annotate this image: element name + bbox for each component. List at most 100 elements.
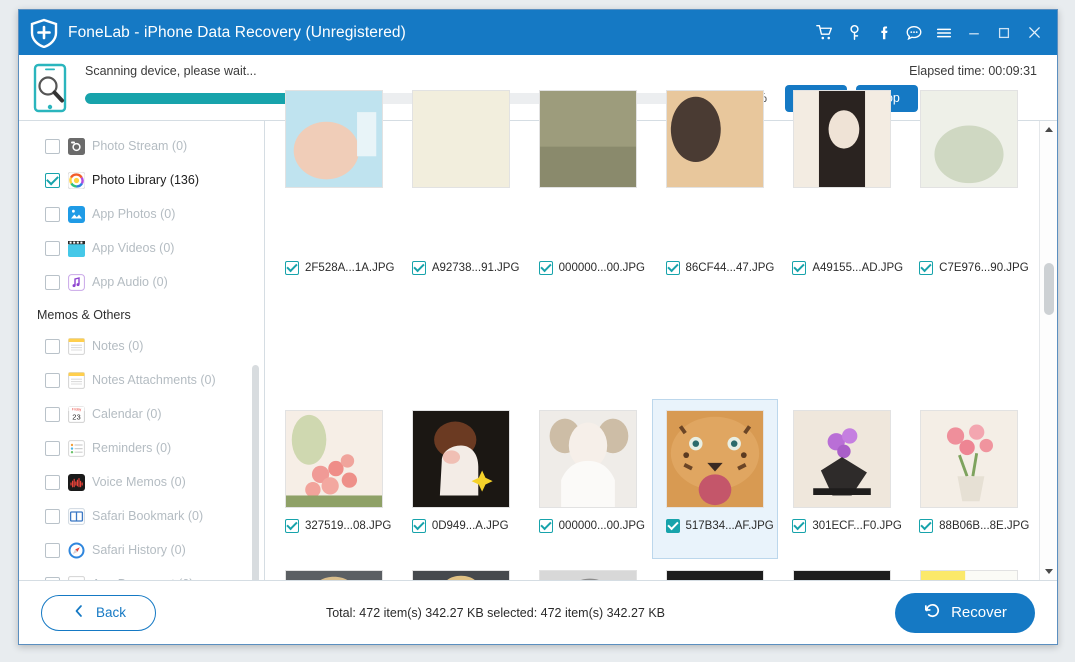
checkbox[interactable]	[45, 474, 60, 490]
thumbnail-image[interactable]	[539, 90, 638, 188]
thumbnail-image[interactable]	[412, 570, 511, 580]
thumbnail-cell[interactable]	[271, 79, 398, 239]
thumbnail-image[interactable]	[285, 570, 384, 580]
sidebar-item-app-videos-0[interactable]: App Videos (0)	[19, 231, 264, 265]
thumbnail-image[interactable]	[919, 570, 1018, 580]
back-button[interactable]: Back	[41, 594, 156, 631]
thumbnail-cell[interactable]: 0D949...A.JPG	[398, 399, 525, 559]
facebook-icon[interactable]	[869, 18, 899, 48]
file-name-label: A49155...AD.JPG	[812, 262, 904, 274]
file-checkbox[interactable]	[538, 519, 553, 533]
thumbnail-cell[interactable]: 88B06B...8E.JPG	[905, 399, 1032, 559]
sidebar-item-safari-history-0[interactable]: Safari History (0)	[19, 533, 264, 567]
sidebar-item-voice-memos-0[interactable]: Voice Memos (0)	[19, 465, 264, 499]
sidebar-item-safari-bookmark-0[interactable]: Safari Bookmark (0)	[19, 499, 264, 533]
close-icon[interactable]	[1019, 18, 1049, 48]
chat-icon[interactable]	[899, 18, 929, 48]
cart-icon[interactable]	[809, 18, 839, 48]
thumbnail-cell[interactable]: 301ECF...F0.JPG	[778, 399, 905, 559]
application-window: FoneLab - iPhone Data Recovery (Unregist…	[18, 9, 1058, 645]
file-checkbox[interactable]	[792, 261, 807, 275]
scroll-down-arrow-icon[interactable]	[1040, 563, 1057, 580]
file-checkbox[interactable]	[792, 519, 807, 533]
file-checkbox[interactable]	[919, 519, 934, 533]
recover-button[interactable]: Recover	[895, 592, 1035, 633]
thumbnail-cell[interactable]: 000000...00.JPG	[652, 559, 779, 580]
thumbnail-image[interactable]	[919, 90, 1018, 188]
thumbnail-cell[interactable]: 000000...00.JPG	[271, 559, 398, 580]
thumbnail-cell[interactable]: 000000...00.JPG	[525, 239, 652, 399]
thumbnail-image[interactable]	[285, 410, 384, 508]
file-checkbox[interactable]	[285, 519, 299, 533]
grid-scrollbar[interactable]	[1039, 121, 1057, 580]
thumbnail-cell[interactable]: 000000...00.JPG	[525, 399, 652, 559]
minimize-icon[interactable]	[959, 18, 989, 48]
thumbnail-image[interactable]	[539, 570, 638, 580]
sidebar-item-photo-library-136[interactable]: Photo Library (136)	[19, 163, 264, 197]
sidebar-item-notes-0[interactable]: Notes (0)	[19, 329, 264, 363]
file-checkbox[interactable]	[665, 519, 680, 533]
thumbnail-image[interactable]	[792, 570, 891, 580]
thumbnail-cell[interactable]	[778, 79, 905, 239]
sidebar-item-app-document-0[interactable]: App Document (0)	[19, 567, 264, 580]
thumbnail-cell[interactable]: A49155...AD.JPG	[778, 239, 905, 399]
thumbnail-cell-selected[interactable]: 517B34...AF.JPG	[651, 399, 779, 559]
grid-scrollbar-thumb[interactable]	[1044, 263, 1054, 315]
thumbnail-image[interactable]	[412, 90, 511, 188]
checkbox[interactable]	[45, 576, 60, 580]
checkbox[interactable]	[45, 172, 60, 188]
scan-text-row: Scanning device, please wait... Elapsed …	[85, 64, 1043, 78]
menu-icon[interactable]	[929, 18, 959, 48]
thumbnail-image[interactable]	[792, 90, 891, 188]
thumbnail-cell[interactable]	[398, 79, 525, 239]
checkbox[interactable]	[45, 542, 60, 558]
thumbnail-cell[interactable]: 000000...00.JPG	[778, 559, 905, 580]
checkbox[interactable]	[45, 274, 60, 290]
file-name-label: 517B34...AF.JPG	[685, 520, 774, 532]
checkbox[interactable]	[45, 406, 60, 422]
thumbnail-image[interactable]	[285, 90, 384, 188]
key-icon[interactable]	[839, 18, 869, 48]
checkbox[interactable]	[45, 240, 60, 256]
thumbnail-image[interactable]	[665, 410, 764, 508]
checkbox[interactable]	[45, 508, 60, 524]
checkbox[interactable]	[45, 338, 60, 354]
file-checkbox[interactable]	[411, 261, 426, 275]
thumbnail-cell[interactable]: C7E976...90.JPG	[905, 239, 1032, 399]
thumbnail-cell[interactable]: 000000...00.JPG	[525, 559, 652, 580]
thumbnail-cell[interactable]: 2F528A...1A.JPG	[271, 239, 398, 399]
thumbnail-image[interactable]	[665, 570, 764, 580]
file-checkbox[interactable]	[538, 261, 553, 275]
thumbnail-image[interactable]	[539, 410, 638, 508]
sidebar-item-reminders-0[interactable]: Reminders (0)	[19, 431, 264, 465]
file-checkbox[interactable]	[285, 261, 299, 275]
thumbnail-cell[interactable]: A92738...91.JPG	[398, 239, 525, 399]
thumbnail-cell[interactable]: 2759D4...CE.JPG	[905, 559, 1032, 580]
checkbox[interactable]	[45, 372, 60, 388]
file-checkbox[interactable]	[919, 261, 934, 275]
thumbnail-cell[interactable]: 86CF44...47.JPG	[652, 239, 779, 399]
sidebar-item-notes-attachments-0[interactable]: Notes Attachments (0)	[19, 363, 264, 397]
sidebar-item-photo-stream-0[interactable]: Photo Stream (0)	[19, 129, 264, 163]
thumbnail-cell[interactable]	[905, 79, 1032, 239]
svg-text:23: 23	[72, 412, 80, 421]
checkbox[interactable]	[45, 206, 60, 222]
sidebar-scrollbar-thumb[interactable]	[252, 365, 259, 580]
thumbnail-image[interactable]	[412, 410, 511, 508]
thumbnail-cell[interactable]	[525, 79, 652, 239]
checkbox[interactable]	[45, 440, 60, 456]
sidebar-item-calendar-0[interactable]: Friday 23 Calendar (0)	[19, 397, 264, 431]
scroll-up-arrow-icon[interactable]	[1040, 121, 1057, 138]
file-checkbox[interactable]	[665, 261, 680, 275]
thumbnail-cell[interactable]	[652, 79, 779, 239]
checkbox[interactable]	[45, 138, 60, 154]
thumbnail-image[interactable]	[792, 410, 891, 508]
thumbnail-cell[interactable]: 327519...08.JPG	[271, 399, 398, 559]
thumbnail-image[interactable]	[919, 410, 1018, 508]
file-checkbox[interactable]	[411, 519, 426, 533]
sidebar-item-app-photos-0[interactable]: App Photos (0)	[19, 197, 264, 231]
thumbnail-image[interactable]	[665, 90, 764, 188]
sidebar-item-app-audio-0[interactable]: App Audio (0)	[19, 265, 264, 299]
maximize-icon[interactable]	[989, 18, 1019, 48]
thumbnail-cell[interactable]: 000000...00.JPG	[398, 559, 525, 580]
